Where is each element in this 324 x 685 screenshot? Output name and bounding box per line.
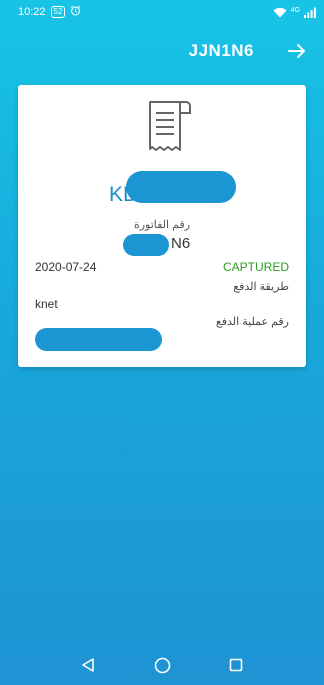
receipt-icon xyxy=(141,98,193,156)
battery-badge: 52 xyxy=(50,6,66,18)
redacted-amount xyxy=(126,171,236,203)
app-bar: JJN1N6 xyxy=(0,30,324,72)
system-nav-bar xyxy=(0,645,324,685)
back-triangle-icon[interactable] xyxy=(79,656,97,674)
network-type: 4G xyxy=(290,6,300,14)
recents-square-icon[interactable] xyxy=(227,656,245,674)
receipt-card: KD رقم الفاتورة N6 2020-07-24 CAPTURED ط… xyxy=(18,85,306,367)
redacted-invoice-number xyxy=(123,234,169,256)
status-bar: 10:22 52 4G xyxy=(0,0,324,24)
payment-method-label: طريقة الدفع xyxy=(233,281,289,293)
signal-icon xyxy=(304,7,316,18)
invoice-number-suffix: N6 xyxy=(171,235,191,252)
home-circle-icon[interactable] xyxy=(153,656,171,674)
payment-method-value: knet xyxy=(35,297,58,311)
status-badge: CAPTURED xyxy=(222,260,289,274)
page-title: JJN1N6 xyxy=(188,41,254,60)
redacted-payment-reference xyxy=(35,328,162,351)
invoice-number-label: رقم الفاتورة xyxy=(133,219,191,231)
arrow-right-icon[interactable] xyxy=(286,40,308,62)
payment-date: 2020-07-24 xyxy=(35,260,97,274)
wifi-icon xyxy=(273,7,287,18)
payment-reference-label: رقم عملية الدفع xyxy=(215,316,289,328)
status-time: 10:22 xyxy=(18,6,46,18)
alarm-icon xyxy=(70,5,81,19)
